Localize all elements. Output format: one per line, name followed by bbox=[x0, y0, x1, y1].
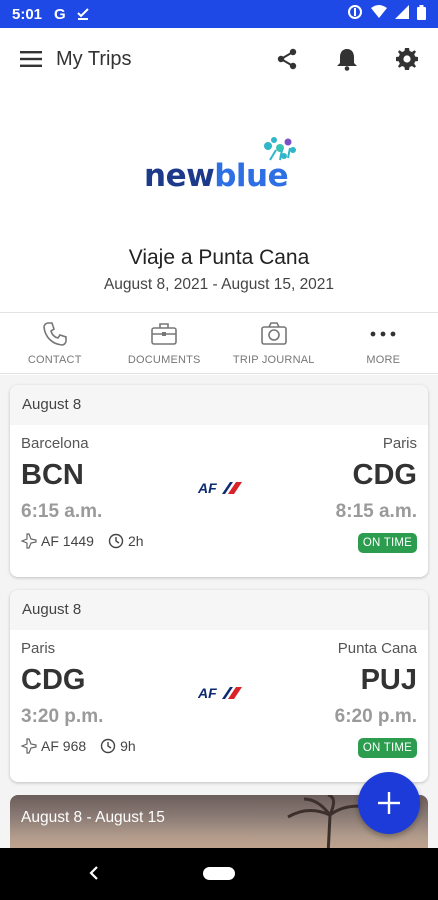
trip-dates: August 8, 2021 - August 15, 2021 bbox=[103, 276, 335, 293]
plus-icon bbox=[378, 792, 400, 814]
status-time: 5:01 bbox=[12, 5, 43, 23]
camera-icon bbox=[260, 322, 287, 345]
page-title: My Trips bbox=[56, 47, 132, 70]
data-saver-icon bbox=[347, 4, 363, 24]
brand-logo: newblue bbox=[144, 136, 304, 196]
trip-journal-button[interactable]: TRIP JOURNAL bbox=[219, 313, 329, 373]
system-nav-bar bbox=[0, 848, 438, 900]
departure-time: 3:20 p.m. bbox=[21, 706, 104, 727]
battery-icon bbox=[417, 4, 426, 24]
more-button[interactable]: MORE bbox=[329, 313, 438, 373]
origin-code: BCN bbox=[21, 459, 84, 491]
clock-icon bbox=[100, 738, 116, 754]
flight-number: AF 1449 bbox=[41, 533, 94, 549]
departure-time: 6:15 a.m. bbox=[21, 501, 103, 522]
gear-icon[interactable] bbox=[394, 46, 420, 72]
flight-date: August 8 bbox=[10, 385, 428, 425]
contact-label: CONTACT bbox=[27, 354, 82, 366]
add-button[interactable] bbox=[358, 772, 420, 834]
flight-meta: AF 1449 2h bbox=[21, 533, 144, 549]
status-bar: 5:01 G bbox=[0, 0, 438, 28]
bell-icon[interactable] bbox=[334, 46, 360, 72]
clock-icon bbox=[108, 533, 124, 549]
flight-card[interactable]: August 8 Paris Punta Cana CDG PUJ 3:20 p… bbox=[10, 590, 428, 782]
menu-icon[interactable] bbox=[18, 46, 44, 72]
coral-icon bbox=[264, 137, 296, 161]
documents-label: DOCUMENTS bbox=[127, 354, 201, 366]
air-france-logo: AF bbox=[198, 480, 242, 496]
back-icon[interactable] bbox=[86, 862, 100, 884]
arrival-time: 6:20 p.m. bbox=[334, 706, 417, 727]
flight-duration: 2h bbox=[127, 533, 144, 549]
destination-city: Punta Cana bbox=[337, 640, 417, 657]
download-done-icon bbox=[76, 7, 90, 21]
briefcase-icon bbox=[151, 323, 178, 345]
destination-city: Paris bbox=[382, 435, 417, 452]
home-pill[interactable] bbox=[203, 867, 235, 880]
quick-actions-bar: CONTACT DOCUMENTS TRIP JOURNAL MORE bbox=[0, 312, 438, 374]
svg-text:AF: AF bbox=[198, 685, 217, 701]
phone-icon bbox=[42, 322, 67, 346]
origin-city: Paris bbox=[21, 640, 56, 657]
origin-code: CDG bbox=[21, 664, 86, 696]
signal-icon bbox=[395, 5, 409, 23]
flight-date: August 8 bbox=[10, 590, 428, 630]
more-dots-icon bbox=[370, 331, 396, 337]
arrival-time: 8:15 a.m. bbox=[335, 501, 417, 522]
air-france-logo: AF bbox=[198, 685, 242, 701]
google-icon: G bbox=[54, 5, 66, 23]
documents-button[interactable]: DOCUMENTS bbox=[110, 313, 220, 373]
app-bar: My Trips bbox=[0, 28, 438, 90]
wifi-icon bbox=[371, 5, 387, 23]
contact-button[interactable]: CONTACT bbox=[0, 313, 110, 373]
flight-card[interactable]: August 8 Barcelona Paris BCN CDG 6:15 a.… bbox=[10, 385, 428, 577]
trip-title: Viaje a Punta Cana bbox=[128, 246, 310, 269]
destination-code: PUJ bbox=[360, 664, 417, 696]
destination-code: CDG bbox=[352, 459, 417, 491]
more-label: MORE bbox=[366, 354, 401, 366]
share-icon[interactable] bbox=[274, 46, 300, 72]
flight-duration: 9h bbox=[120, 738, 136, 754]
origin-city: Barcelona bbox=[21, 435, 89, 452]
flight-number: AF 968 bbox=[41, 738, 87, 754]
trip-journal-label: TRIP JOURNAL bbox=[232, 354, 315, 366]
airplane-icon bbox=[21, 738, 37, 754]
svg-text:AF: AF bbox=[198, 480, 217, 496]
hotel-dates: August 8 - August 15 bbox=[21, 809, 165, 826]
status-badge: ON TIME bbox=[357, 738, 417, 758]
airplane-icon bbox=[21, 533, 37, 549]
flight-meta: AF 968 9h bbox=[21, 738, 136, 754]
status-badge: ON TIME bbox=[357, 533, 417, 553]
